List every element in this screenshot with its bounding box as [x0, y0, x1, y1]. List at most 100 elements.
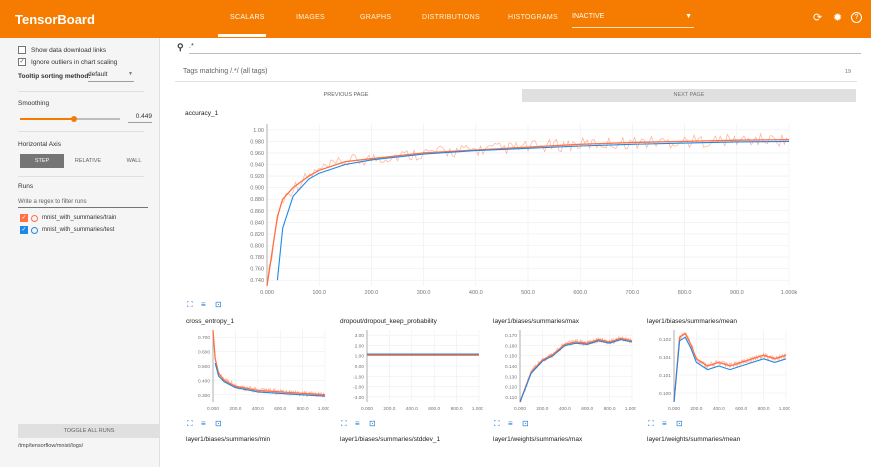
- biases-mean-chart[interactable]: 0.100 0.101 0.101 0.102 0.000 200.0 400.0 600.0…: [640, 326, 790, 414]
- x-tick-label: 0.000: [668, 406, 680, 412]
- y-tick-label: 0.980: [250, 139, 264, 145]
- smoothing-value-input[interactable]: 0.449: [128, 113, 152, 123]
- ignore-outliers-label: Ignore outliers in chart scaling: [31, 58, 118, 66]
- accuracy-chart[interactable]: 0.740 0.760 0.780 0.800 0.820 0.840 0.860 0.880…: [175, 118, 857, 296]
- cross-entropy-chart[interactable]: 0.300 0.400 0.500 0.600 0.700 0.000 200.0 400.0…: [179, 326, 329, 414]
- axis-relative-button[interactable]: RELATIVE: [66, 154, 110, 168]
- y-tick-label: 0.500: [198, 364, 210, 370]
- y-tick-label: 0.780: [250, 255, 264, 261]
- ignore-outliers-row[interactable]: ✓ Ignore outliers in chart scaling: [18, 58, 117, 66]
- x-tick-label: 400.0: [406, 406, 418, 412]
- y-tick-label: 0.170: [505, 333, 517, 339]
- fit-domain-icon[interactable]: ⊡: [522, 420, 529, 428]
- divider: [175, 81, 857, 82]
- y-tick-label: 0.140: [505, 364, 517, 370]
- fullscreen-icon[interactable]: ⛶: [187, 301, 193, 309]
- fullscreen-icon[interactable]: ⛶: [341, 420, 347, 428]
- search-icon: ⚲: [177, 42, 184, 52]
- series-line: [673, 332, 787, 403]
- x-tick-label: 300.0: [417, 290, 431, 296]
- tooltip-sorting-label: Tooltip sorting method:: [18, 73, 91, 80]
- next-page-button[interactable]: NEXT PAGE: [522, 89, 856, 102]
- tooltip-sorting-select[interactable]: default ▼: [88, 71, 134, 82]
- x-tick-label: 900.0: [730, 290, 744, 296]
- tags-matching-label: Tags matching /.*/ (all tags): [183, 68, 268, 75]
- y-tick-label: 0.860: [250, 209, 264, 215]
- x-tick-label: 400.0: [469, 290, 483, 296]
- runs-filter-input[interactable]: Write a regex to filter runs: [18, 196, 148, 208]
- logdir-text: /tmp/tensorflow/mnist/logs/: [18, 443, 84, 449]
- axis-wall-button[interactable]: WALL: [112, 154, 156, 168]
- refresh-icon[interactable]: ⟳: [813, 12, 822, 24]
- run-test-label: mnist_with_summaries/test: [42, 227, 115, 233]
- tab-graphs[interactable]: GRAPHS: [360, 14, 391, 21]
- y-tick-label: -1.00: [353, 374, 364, 380]
- x-tick-label: 800.0: [678, 290, 692, 296]
- fit-domain-icon[interactable]: ⊡: [215, 301, 222, 309]
- x-tick-label: 200.0: [365, 290, 379, 296]
- toggle-legend-icon[interactable]: ≡: [355, 420, 360, 428]
- fullscreen-icon[interactable]: ⛶: [648, 420, 654, 428]
- horizontal-axis-label: Horizontal Axis: [18, 141, 61, 148]
- toggle-legend-icon[interactable]: ≡: [508, 420, 513, 428]
- y-tick-label: 0.101: [659, 373, 671, 379]
- inactive-dashboard-select[interactable]: INACTIVE ▼: [572, 13, 694, 28]
- toggle-legend-icon[interactable]: ≡: [662, 420, 667, 428]
- tab-images[interactable]: IMAGES: [296, 14, 325, 21]
- y-tick-label: 2.00: [355, 343, 365, 349]
- divider: [18, 131, 144, 132]
- toggle-all-runs-button[interactable]: TOGGLE ALL RUNS: [18, 424, 160, 438]
- x-tick-label: 0.000: [207, 406, 219, 412]
- inactive-select-value: INACTIVE: [572, 13, 605, 20]
- x-tick-label: 1.000k: [625, 406, 636, 412]
- tooltip-dropdown-icon: ▼: [128, 71, 133, 77]
- y-tick-label: 0.760: [250, 267, 264, 273]
- tab-histograms[interactable]: HISTOGRAMS: [508, 14, 558, 21]
- x-tick-label: 0.000: [361, 406, 373, 412]
- fullscreen-icon[interactable]: ⛶: [187, 420, 193, 428]
- y-tick-label: 0.900: [250, 186, 264, 192]
- tab-scalars[interactable]: SCALARS: [230, 14, 265, 21]
- help-icon[interactable]: ?: [851, 12, 862, 23]
- y-tick-label: 0.160: [505, 343, 517, 349]
- fit-domain-icon[interactable]: ⊡: [676, 420, 683, 428]
- ignore-outliers-checkbox[interactable]: ✓: [18, 58, 26, 66]
- divider: [18, 176, 144, 177]
- dropout-chart[interactable]: -3.00 -2.00 -1.00 0.00 1.00 2.00 3.00 0.000 200.…: [333, 326, 483, 414]
- previous-page-button[interactable]: PREVIOUS PAGE: [175, 89, 517, 102]
- small-chart-title-4: layer1/biases/summaries/mean: [647, 318, 737, 325]
- run-train-checkbox[interactable]: ✓: [20, 214, 28, 222]
- series-raw-line: [519, 335, 633, 403]
- smoothing-slider-thumb[interactable]: [71, 116, 77, 122]
- smoothing-slider[interactable]: [20, 116, 120, 122]
- axis-step-button[interactable]: STEP: [20, 154, 64, 168]
- toggle-legend-icon[interactable]: ≡: [201, 301, 206, 309]
- settings-icon[interactable]: ✹: [833, 12, 842, 24]
- x-tick-label: 800.0: [604, 406, 616, 412]
- biases-max-chart[interactable]: 0.110 0.120 0.130 0.140 0.150 0.160 0.170 0.000…: [486, 326, 636, 414]
- show-download-links-row[interactable]: Show data download links: [18, 46, 106, 54]
- tab-distributions[interactable]: DISTRIBUTIONS: [422, 14, 480, 21]
- fit-domain-icon[interactable]: ⊡: [215, 420, 222, 428]
- toggle-legend-icon[interactable]: ≡: [201, 420, 206, 428]
- show-download-checkbox[interactable]: [18, 46, 26, 54]
- tags-count: 19: [845, 69, 852, 75]
- x-tick-label: 200.0: [690, 406, 702, 412]
- main-chart-title: accuracy_1: [185, 110, 219, 117]
- run-test-checkbox[interactable]: ✓: [20, 226, 28, 234]
- small-chart-title-2: dropout/dropout_keep_probability: [340, 318, 437, 325]
- y-tick-label: 0.100: [659, 391, 671, 397]
- tag-search-input[interactable]: .*: [189, 43, 861, 54]
- y-tick-label: 0.600: [198, 350, 210, 356]
- x-tick-label: 600.0: [573, 290, 587, 296]
- x-tick-label: 1.000k: [779, 406, 790, 412]
- series-line: [519, 339, 633, 403]
- fit-domain-icon[interactable]: ⊡: [369, 420, 376, 428]
- bottom-chart-title-2: layer1/biases/summaries/stddev_1: [340, 436, 441, 443]
- y-tick-label: 0.880: [250, 197, 264, 203]
- main-panel: ⚲ .* Tags matching /.*/ (all tags) 19 PR…: [161, 38, 871, 467]
- run-item-train[interactable]: ✓ mnist_with_summaries/train: [20, 214, 116, 222]
- x-tick-label: 700.0: [626, 290, 640, 296]
- fullscreen-icon[interactable]: ⛶: [494, 420, 500, 428]
- run-item-test[interactable]: ✓ mnist_with_summaries/test: [20, 226, 114, 234]
